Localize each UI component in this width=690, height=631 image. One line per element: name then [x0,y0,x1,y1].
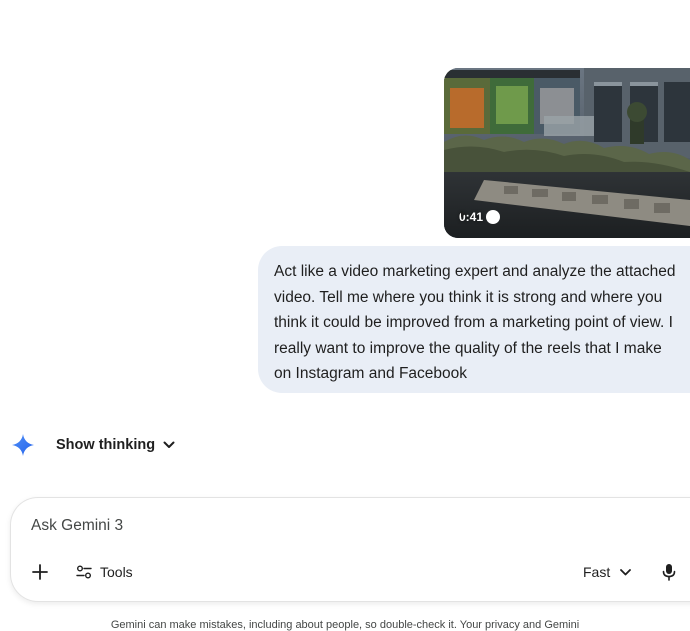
prompt-input-box[interactable]: Ask Gemini 3 Tools Fast [10,497,690,602]
chevron-down-icon [163,441,175,448]
tools-sliders-icon [76,565,92,579]
chat-page: 0:41 Act like a video marketing expert a… [0,0,690,631]
add-attachment-button[interactable] [31,563,49,581]
microphone-icon [662,564,676,581]
response-header: Show thinking [12,432,175,458]
chevron-down-icon [620,568,632,575]
microphone-button[interactable] [661,563,677,581]
show-thinking-button[interactable]: Show thinking [56,437,175,453]
tools-button[interactable]: Tools [76,564,133,580]
model-selector-button[interactable]: Fast [583,564,632,580]
model-label: Fast [583,564,611,580]
input-toolbar-left: Tools [31,563,133,581]
gemini-spark-icon [12,434,34,456]
user-message-text: Act like a video marketing expert and an… [274,263,676,382]
show-thinking-label: Show thinking [56,437,156,453]
user-message-bubble: Act like a video marketing expert and an… [258,246,690,393]
disclaimer-text: Gemini can make mistakes, including abou… [110,619,580,631]
video-duration-badge: 0:41 [459,210,501,224]
video-attachment[interactable]: 0:41 [444,68,690,238]
play-icon[interactable] [461,210,501,224]
plus-icon [32,564,48,580]
prompt-input[interactable]: Ask Gemini 3 [31,517,123,535]
tools-label: Tools [100,564,133,580]
